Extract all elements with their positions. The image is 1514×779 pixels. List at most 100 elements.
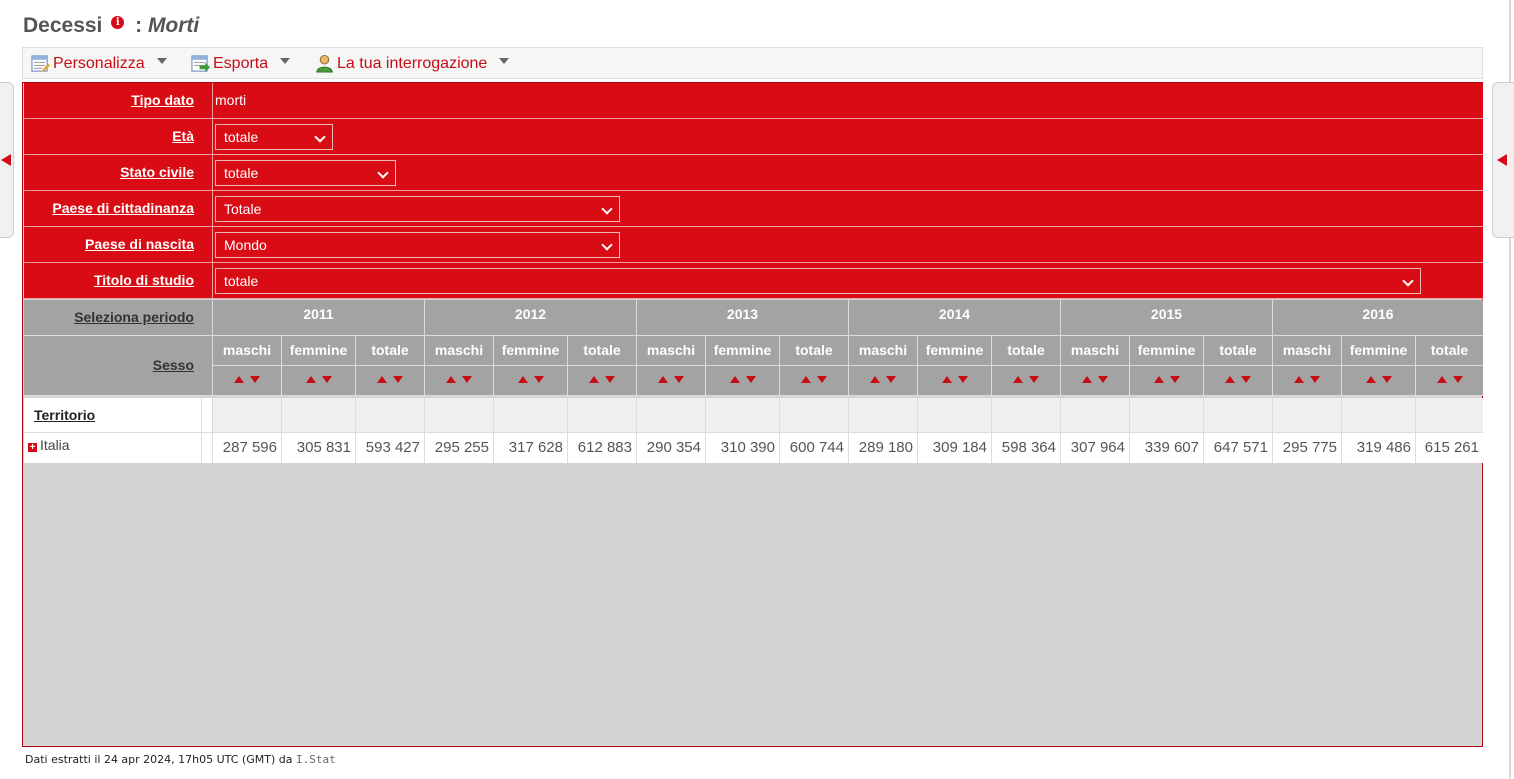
sort-controls [918, 366, 991, 395]
sort-descending-icon[interactable] [1169, 376, 1180, 383]
sort-ascending-icon[interactable] [305, 376, 316, 383]
sort-ascending-icon[interactable] [941, 376, 952, 383]
data-cell: 305 831 [282, 433, 356, 463]
sort-controls [356, 366, 424, 395]
sex-header-maschi-2013: maschi [637, 336, 706, 396]
sort-descending-icon[interactable] [533, 376, 544, 383]
row-label-italia[interactable]: + Italia [24, 433, 202, 463]
sort-ascending-icon[interactable] [446, 376, 456, 383]
sort-ascending-icon[interactable] [517, 376, 528, 383]
filter-label-stato-civile[interactable]: Stato civile [24, 155, 213, 190]
sort-descending-icon[interactable] [1381, 376, 1392, 383]
filter-row-paese-nascita: Paese di nascita Mondo [24, 227, 1483, 263]
sort-descending-icon[interactable] [674, 376, 684, 383]
sort-descending-icon[interactable] [1452, 376, 1463, 383]
sort-descending-icon[interactable] [817, 376, 827, 383]
year-header: 2014 [849, 300, 1061, 335]
sort-descending-icon[interactable] [462, 376, 472, 383]
territory-empty-cell [356, 398, 425, 432]
sort-descending-icon[interactable] [321, 376, 332, 383]
territory-empty-cell [992, 398, 1061, 432]
sort-descending-icon[interactable] [1029, 376, 1039, 383]
sort-descending-icon[interactable] [886, 376, 896, 383]
sort-descending-icon[interactable] [393, 376, 403, 383]
sort-descending-icon[interactable] [745, 376, 756, 383]
sort-descending-icon[interactable] [605, 376, 615, 383]
sex-header-maschi-2015: maschi [1061, 336, 1130, 396]
menu-esporta[interactable]: Esporta [191, 54, 291, 73]
sort-ascending-icon[interactable] [589, 376, 599, 383]
sort-ascending-icon[interactable] [234, 376, 244, 383]
filter-row-titolo-studio: Titolo di studio totale [24, 263, 1483, 299]
sex-header-totale-2011: totale [356, 336, 425, 396]
filter-select-titolo-studio[interactable]: totale [215, 268, 1421, 294]
filter-select-paese-nascita[interactable]: Mondo [215, 232, 620, 258]
data-cell: 295 255 [425, 433, 494, 463]
sort-controls [213, 366, 281, 395]
chevron-down-icon [499, 57, 510, 64]
sort-ascending-icon[interactable] [658, 376, 668, 383]
info-icon[interactable]: i [111, 16, 125, 29]
sort-ascending-icon[interactable] [1153, 376, 1164, 383]
sex-name: femmine [1342, 336, 1415, 366]
sort-ascending-icon[interactable] [1365, 376, 1376, 383]
footer-text: Dati estratti il 24 apr 2024, 17h05 UTC … [25, 753, 293, 766]
sort-ascending-icon[interactable] [801, 376, 811, 383]
territory-empty-cell [568, 398, 637, 432]
sort-descending-icon[interactable] [957, 376, 968, 383]
sort-controls [1204, 366, 1272, 395]
sex-name: totale [1204, 336, 1272, 366]
istat-link[interactable]: I.Stat [296, 753, 336, 766]
sort-controls [282, 366, 355, 395]
row-label-text: Italia [40, 437, 70, 453]
filter-value-tipo-dato: morti [215, 92, 247, 108]
sort-ascending-icon[interactable] [1294, 376, 1304, 383]
filter-label-paese-cittadinanza[interactable]: Paese di cittadinanza [24, 191, 213, 226]
sort-ascending-icon[interactable] [377, 376, 387, 383]
filter-select-stato-civile[interactable]: totale [215, 160, 396, 186]
filter-label-paese-nascita[interactable]: Paese di nascita [24, 227, 213, 262]
sex-name: maschi [1061, 336, 1129, 366]
menu-la-tua-interrogazione[interactable]: La tua interrogazione [315, 54, 510, 73]
menu-personalizza-label: Personalizza [53, 54, 145, 72]
left-panel-toggle[interactable] [0, 82, 14, 238]
sort-descending-icon[interactable] [1241, 376, 1251, 383]
territory-label[interactable]: Territorio [24, 398, 202, 432]
data-cell: 289 180 [849, 433, 918, 463]
sort-descending-icon[interactable] [250, 376, 260, 383]
sort-controls [849, 366, 917, 395]
year-header: 2012 [425, 300, 637, 335]
data-cell: 615 261 [1424, 439, 1479, 456]
sort-ascending-icon[interactable] [870, 376, 880, 383]
filter-label-titolo-studio[interactable]: Titolo di studio [24, 263, 213, 298]
data-cell: 598 364 [992, 433, 1061, 463]
sort-ascending-icon[interactable] [729, 376, 740, 383]
menu-personalizza[interactable]: Personalizza [31, 54, 167, 73]
sex-label[interactable]: Sesso [24, 336, 213, 396]
title-main: Decessi [23, 14, 103, 37]
sex-name: femmine [706, 336, 779, 366]
sort-ascending-icon[interactable] [1436, 376, 1447, 383]
filter-select-eta[interactable]: totale [215, 124, 333, 150]
row-gap [202, 433, 213, 463]
select-period-label[interactable]: Seleziona periodo [24, 300, 213, 335]
table-row: + Italia 287 596 305 831 593 427 295 255 317 … [24, 433, 1483, 463]
territory-empty-cell [425, 398, 494, 432]
filter-label-eta[interactable]: Età [24, 119, 213, 154]
sort-descending-icon[interactable] [1098, 376, 1108, 383]
territory-empty-cell [1130, 398, 1204, 432]
filter-row-tipo-dato: Tipo dato morti [24, 83, 1483, 119]
sort-ascending-icon[interactable] [1013, 376, 1023, 383]
filter-select-paese-cittadinanza[interactable]: Totale [215, 196, 620, 222]
right-panel-toggle[interactable] [1492, 82, 1514, 238]
sort-ascending-icon[interactable] [1082, 376, 1092, 383]
filter-label-tipo-dato[interactable]: Tipo dato [24, 83, 213, 118]
expand-plus-icon[interactable]: + [28, 443, 37, 453]
sex-name: femmine [1130, 336, 1203, 366]
sort-descending-icon[interactable] [1310, 376, 1320, 383]
sort-controls [992, 366, 1060, 395]
territory-empty-cell [780, 398, 849, 432]
filter-row-stato-civile: Stato civile totale [24, 155, 1483, 191]
sort-ascending-icon[interactable] [1225, 376, 1235, 383]
sex-name: maschi [849, 336, 917, 366]
